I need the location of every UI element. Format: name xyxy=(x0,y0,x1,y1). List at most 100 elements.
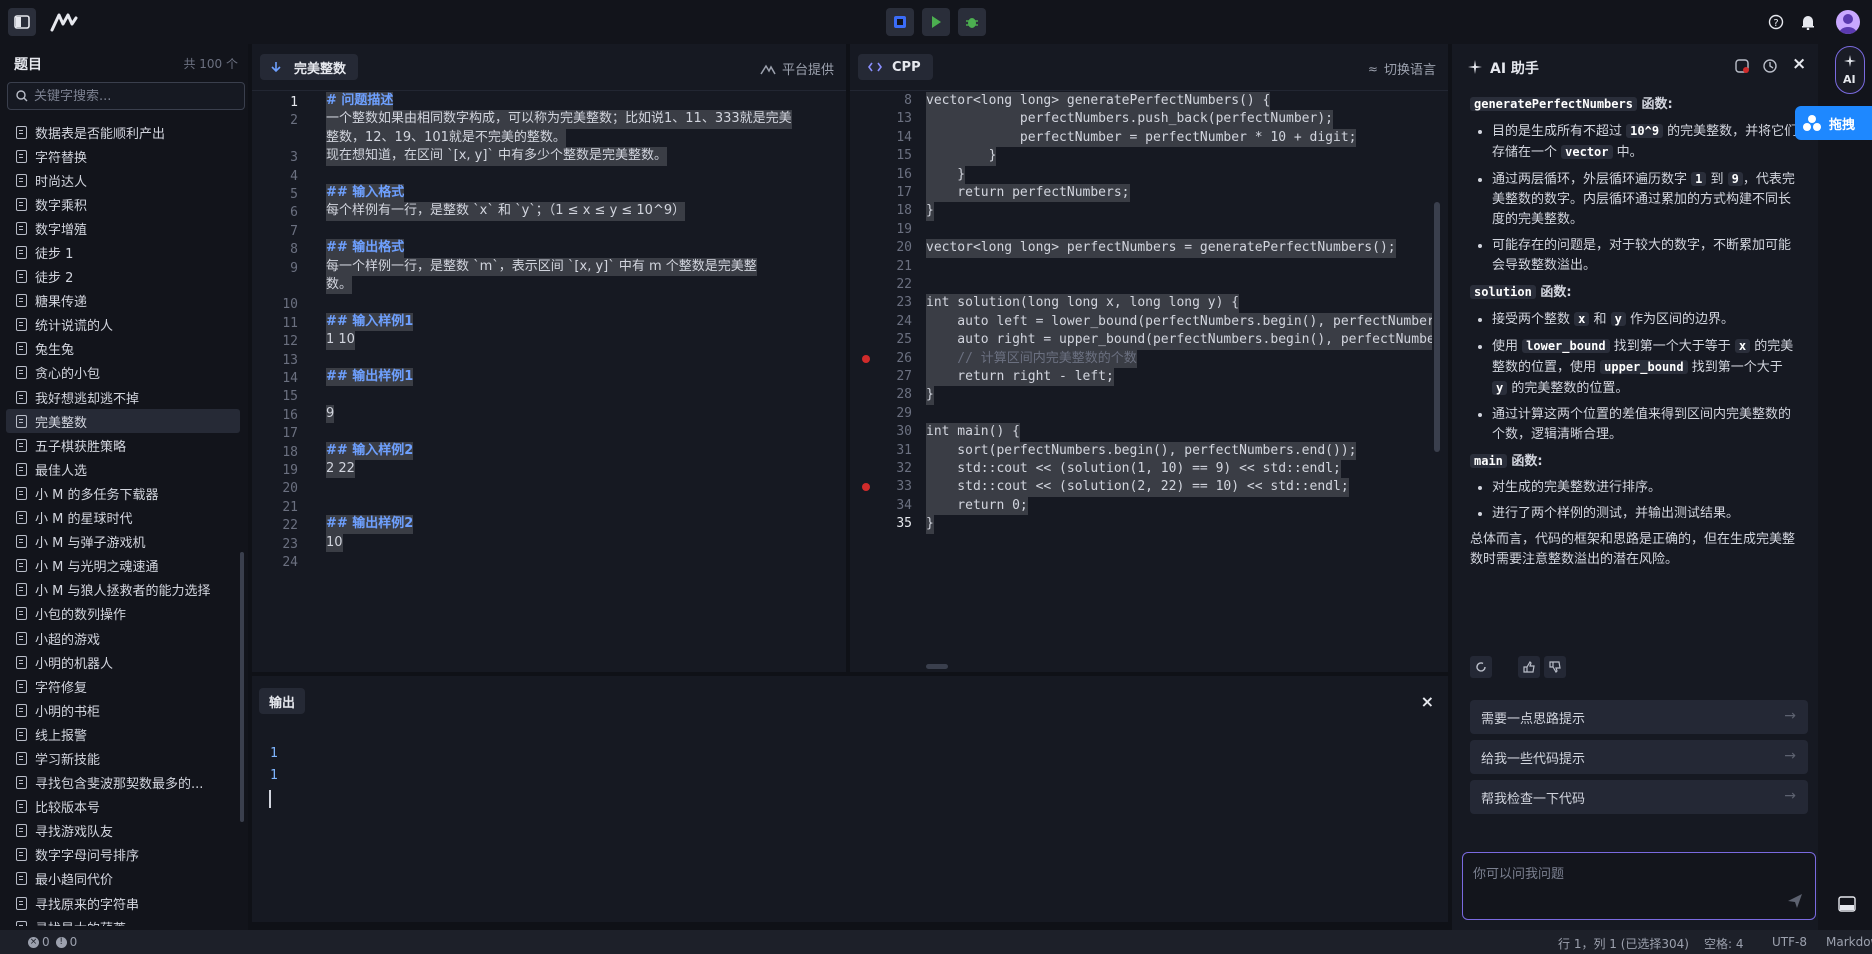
ai-suggestion-button[interactable]: 帮我检查一下代码 → xyxy=(1470,780,1808,814)
ai-question-input[interactable] xyxy=(1473,863,1793,903)
sidebar-item[interactable]: 五子棋获胜策略 xyxy=(6,433,240,457)
markdown-line: ## 输出样例1 xyxy=(326,368,414,387)
ai-list-item: 可能存在的问题是，对于较大的数字，不断累加可能会导致整数溢出。 xyxy=(1492,236,1800,276)
sidebar-item[interactable]: 数字乘积 xyxy=(6,192,240,216)
sidebar-item[interactable]: 完美整数 xyxy=(6,409,240,434)
switch-language-text: 切换语言 xyxy=(1383,63,1436,78)
document-icon xyxy=(16,125,27,139)
switch-language-button[interactable]: ≈ 切换语言 xyxy=(1368,59,1436,79)
ai-summary: 总体而言，代码的框架和思路是正确的，但在生成完美整数时需要注意整数溢出的潜在风险… xyxy=(1470,532,1796,567)
sparkle-icon xyxy=(1468,60,1482,74)
stop-button[interactable] xyxy=(886,8,914,36)
sidebar-item[interactable]: 时尚达人 xyxy=(6,168,240,192)
sidebar-item[interactable]: 糖果传递 xyxy=(6,289,240,313)
sidebar-item-label: 糖果传递 xyxy=(35,295,88,311)
sidebar-item-label: 寻找包含斐波那契数最多的... xyxy=(35,777,204,793)
sidebar-item[interactable]: 徒步 1 xyxy=(6,240,240,264)
help-icon[interactable]: ? xyxy=(1768,14,1784,34)
source-label: 平台提供 xyxy=(760,59,834,78)
sidebar-item[interactable]: 字符修复 xyxy=(6,674,240,698)
markdown-line: 每个样例有一行，是整数 `x` 和 `y`；（1 ≤ x ≤ y ≤ 10^9） xyxy=(326,202,686,221)
document-icon xyxy=(16,318,27,332)
user-avatar[interactable] xyxy=(1836,10,1860,34)
code-editor[interactable]: 8 vector<long long> generatePerfectNumber… xyxy=(850,92,1448,672)
ai-header: AI 助手 × xyxy=(1452,44,1818,77)
close-ai-icon[interactable]: × xyxy=(1792,54,1806,74)
language-mode[interactable]: Markdown xyxy=(1826,935,1872,949)
notification-bell-icon[interactable] xyxy=(1800,14,1816,34)
sidebar-item[interactable]: 我好想逃却逃不掉 xyxy=(6,385,240,409)
ai-list-item: 通过计算这两个位置的差值来得到区间内完美整数的个数，逻辑清晰合理。 xyxy=(1492,405,1800,445)
new-chat-icon[interactable] xyxy=(1734,58,1750,74)
sidebar-item[interactable]: 最小趋同代价 xyxy=(6,867,240,891)
document-icon xyxy=(16,631,27,645)
code-line: perfectNumber = perfectNumber * 10 + dig… xyxy=(926,128,1357,148)
ai-list: 对生成的完美整数进行排序。 进行了两个样例的测试，并输出测试结果。 xyxy=(1470,478,1800,524)
send-icon[interactable] xyxy=(1787,893,1803,909)
drag-floating-button[interactable]: 拖拽 xyxy=(1795,106,1872,140)
history-icon[interactable] xyxy=(1762,58,1778,74)
sidebar-item[interactable]: 小 M 与狼人拯救者的能力选择 xyxy=(6,578,240,602)
ai-assistant-toggle[interactable]: AI xyxy=(1835,46,1865,94)
problem-markdown-editor[interactable]: 1 # 问题描述 2 一个整数如果由相同数字构成，可以称为完美整数；比如说1、11、3… xyxy=(252,92,846,672)
problems-indicator[interactable]: × 0 ! 0 xyxy=(28,935,77,949)
debug-bug-icon[interactable] xyxy=(958,8,986,36)
panel-layout-icon[interactable] xyxy=(1838,896,1860,916)
thumbs-up-icon[interactable] xyxy=(1518,656,1540,678)
sidebar-item[interactable]: 小 M 的多任务下载器 xyxy=(6,481,240,505)
sidebar-item[interactable]: 线上报警 xyxy=(6,722,240,746)
sidebar-item[interactable]: 寻找游戏队友 xyxy=(6,819,240,843)
sidebar-item[interactable]: 数字增殖 xyxy=(6,216,240,240)
tab-problem[interactable]: 完美整数 xyxy=(260,54,359,80)
sidebar-item[interactable]: 小 M 与弹子游戏机 xyxy=(6,530,240,554)
ai-suggestion-button[interactable]: 给我一些代码提示 → xyxy=(1470,740,1808,774)
markdown-line: ## 输出样例2 xyxy=(326,515,414,534)
sidebar-item[interactable]: 寻找原来的字符串 xyxy=(6,891,240,915)
brand-logo[interactable] xyxy=(50,12,82,36)
breakpoint-dot[interactable] xyxy=(862,483,870,492)
code-line: return right - left; xyxy=(926,368,1114,387)
code-line: return perfectNumbers; xyxy=(926,184,1130,203)
thumbs-down-icon[interactable] xyxy=(1544,656,1566,678)
sidebar-item-label: 小 M 与弹子游戏机 xyxy=(35,536,146,552)
sidebar-item[interactable]: 小 M 与光明之魂速通 xyxy=(6,554,240,578)
regenerate-icon[interactable] xyxy=(1470,656,1492,678)
run-button[interactable] xyxy=(922,8,950,36)
sidebar-item[interactable]: 贪心的小包 xyxy=(6,361,240,385)
sidebar-item[interactable]: 最佳人选 xyxy=(6,457,240,481)
sidebar-toggle-icon[interactable] xyxy=(8,8,36,36)
sidebar-item-label: 寻找游戏队友 xyxy=(35,825,114,841)
editor-horizontal-scrollbar[interactable] xyxy=(926,664,948,669)
ai-list-item: 目的是生成所有不超过 10^9 的完美整数，并将它们存储在一个 vector 中… xyxy=(1492,121,1800,163)
sidebar-item[interactable]: 学习新技能 xyxy=(6,746,240,770)
sidebar-item[interactable]: 小明的机器人 xyxy=(6,650,240,674)
sidebar-item[interactable]: 寻找最大的葫芦 xyxy=(6,915,240,926)
indent-spaces[interactable]: 空格: 4 xyxy=(1704,935,1744,952)
tab-language[interactable]: CPP xyxy=(858,54,933,80)
sidebar-item[interactable]: 小包的数列操作 xyxy=(6,602,240,626)
line-number: 16 xyxy=(896,166,912,182)
sidebar-item[interactable]: 数据表是否能顺利产出 xyxy=(6,120,240,144)
file-encoding[interactable]: UTF-8 xyxy=(1772,935,1807,949)
output-console[interactable]: 1 1 xyxy=(252,676,1448,922)
sidebar-item[interactable]: 兔生兔 xyxy=(6,337,240,361)
sidebar-scrollbar[interactable] xyxy=(240,552,244,822)
editor-vertical-scrollbar[interactable] xyxy=(1434,202,1440,452)
breakpoint-dot[interactable] xyxy=(862,354,870,363)
sidebar-item[interactable]: 小 M 的星球时代 xyxy=(6,506,240,530)
line-number: 24 xyxy=(282,555,298,570)
cursor-position[interactable]: 行 1，列 1 (已选择304) xyxy=(1558,935,1689,952)
sidebar-item[interactable]: 小明的书柜 xyxy=(6,698,240,722)
sidebar-item[interactable]: 比较版本号 xyxy=(6,795,240,819)
document-icon xyxy=(16,246,27,260)
markdown-line: 2 22 xyxy=(326,460,355,479)
sidebar-item[interactable]: 数字字母问号排序 xyxy=(6,843,240,867)
sidebar-item[interactable]: 徒步 2 xyxy=(6,265,240,289)
sidebar-item[interactable]: 字符替换 xyxy=(6,144,240,168)
sidebar-item[interactable]: 统计说谎的人 xyxy=(6,313,240,337)
ai-suggestion-button[interactable]: 需要一点思路提示 → xyxy=(1470,700,1808,734)
sidebar-item[interactable]: 寻找包含斐波那契数最多的... xyxy=(6,771,240,795)
search-input[interactable] xyxy=(34,88,234,104)
platform-icon xyxy=(760,64,776,74)
sidebar-item[interactable]: 小超的游戏 xyxy=(6,626,240,650)
